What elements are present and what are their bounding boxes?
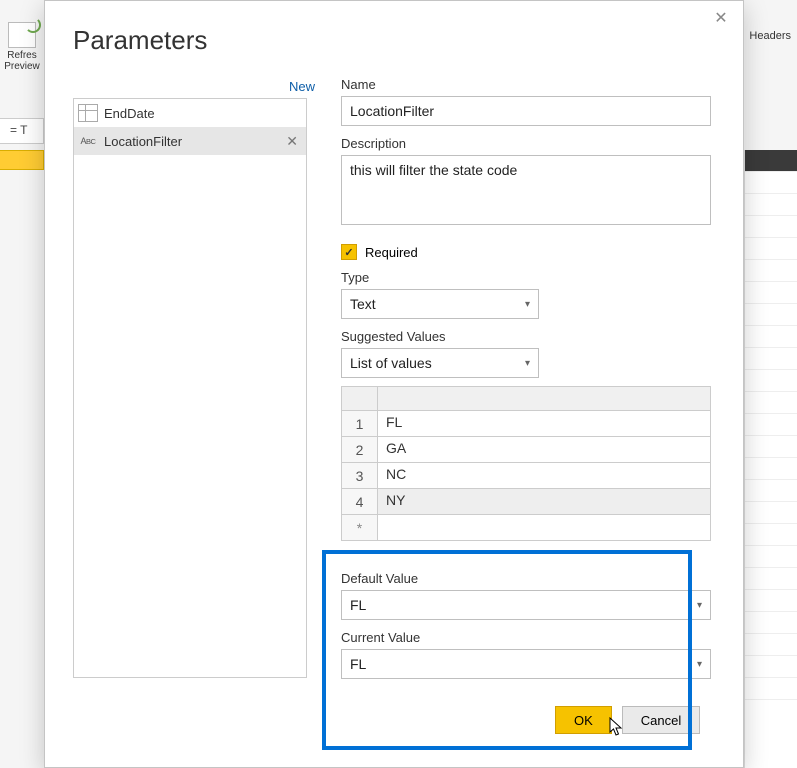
required-checkbox[interactable]: ✓ xyxy=(341,244,357,260)
dialog-title: Parameters xyxy=(73,25,207,56)
close-icon[interactable]: ✕ xyxy=(711,9,731,29)
default-value-value: FL xyxy=(350,597,366,613)
values-grid: 1 FL 2 GA 3 NC 4 NY * xyxy=(341,386,711,541)
type-label: Type xyxy=(341,270,711,285)
ok-button[interactable]: OK xyxy=(555,706,612,734)
formula-bar[interactable]: = T xyxy=(0,118,44,144)
chevron-down-icon: ▾ xyxy=(697,659,702,670)
default-value-label: Default Value xyxy=(341,571,711,586)
row-number: 4 xyxy=(342,489,378,514)
chevron-down-icon: ▾ xyxy=(525,358,530,369)
parameter-item-locationfilter[interactable]: ABC LocationFilter ✕ xyxy=(74,127,306,155)
parameter-item-label: EndDate xyxy=(104,106,155,121)
parameter-item-label: LocationFilter xyxy=(104,134,182,149)
suggested-values-value: List of values xyxy=(350,355,432,371)
current-value-value: FL xyxy=(350,656,366,672)
values-grid-row[interactable]: 2 GA xyxy=(342,437,710,463)
values-grid-header xyxy=(342,387,710,411)
row-value[interactable]: GA xyxy=(378,437,710,462)
current-value-label: Current Value xyxy=(341,630,711,645)
required-label: Required xyxy=(365,245,418,260)
right-grid-strip xyxy=(744,150,797,768)
description-input[interactable] xyxy=(341,155,711,225)
row-value[interactable]: FL xyxy=(378,411,710,436)
headers-label-fragment: Headers xyxy=(749,30,797,42)
new-parameter-link[interactable]: New xyxy=(289,79,315,94)
row-number: 3 xyxy=(342,463,378,488)
type-dropdown[interactable]: Text ▾ xyxy=(341,289,539,319)
row-value[interactable] xyxy=(378,515,710,540)
values-grid-row[interactable]: 4 NY xyxy=(342,489,710,515)
type-value: Text xyxy=(350,296,376,312)
parameter-item-enddate[interactable]: EndDate xyxy=(74,99,306,127)
parameter-list: EndDate ABC LocationFilter ✕ xyxy=(73,98,307,678)
row-number: * xyxy=(342,515,378,540)
refresh-preview-button[interactable]: Refres Preview xyxy=(0,22,44,70)
default-value-dropdown[interactable]: FL ▾ xyxy=(341,590,711,620)
name-label: Name xyxy=(341,77,711,92)
remove-parameter-icon[interactable]: ✕ xyxy=(284,133,300,150)
current-value-dropdown[interactable]: FL ▾ xyxy=(341,649,711,679)
name-input[interactable] xyxy=(341,96,711,126)
table-icon xyxy=(78,104,98,122)
chevron-down-icon: ▾ xyxy=(697,600,702,611)
selected-cell xyxy=(0,150,44,170)
refresh-icon xyxy=(8,22,36,48)
cancel-button[interactable]: Cancel xyxy=(622,706,700,734)
suggested-values-dropdown[interactable]: List of values ▾ xyxy=(341,348,539,378)
values-grid-row[interactable]: 3 NC xyxy=(342,463,710,489)
row-number: 1 xyxy=(342,411,378,436)
suggested-values-label: Suggested Values xyxy=(341,329,711,344)
row-value[interactable]: NY xyxy=(378,489,710,514)
row-number: 2 xyxy=(342,437,378,462)
parameters-dialog: ✕ Parameters New EndDate ABC LocationFil… xyxy=(44,0,744,768)
chevron-down-icon: ▾ xyxy=(525,299,530,310)
row-value[interactable]: NC xyxy=(378,463,710,488)
refresh-label: Refres Preview xyxy=(4,50,40,72)
values-grid-row[interactable]: 1 FL xyxy=(342,411,710,437)
values-grid-new-row[interactable]: * xyxy=(342,515,710,541)
text-type-icon: ABC xyxy=(78,132,98,150)
description-label: Description xyxy=(341,136,711,151)
